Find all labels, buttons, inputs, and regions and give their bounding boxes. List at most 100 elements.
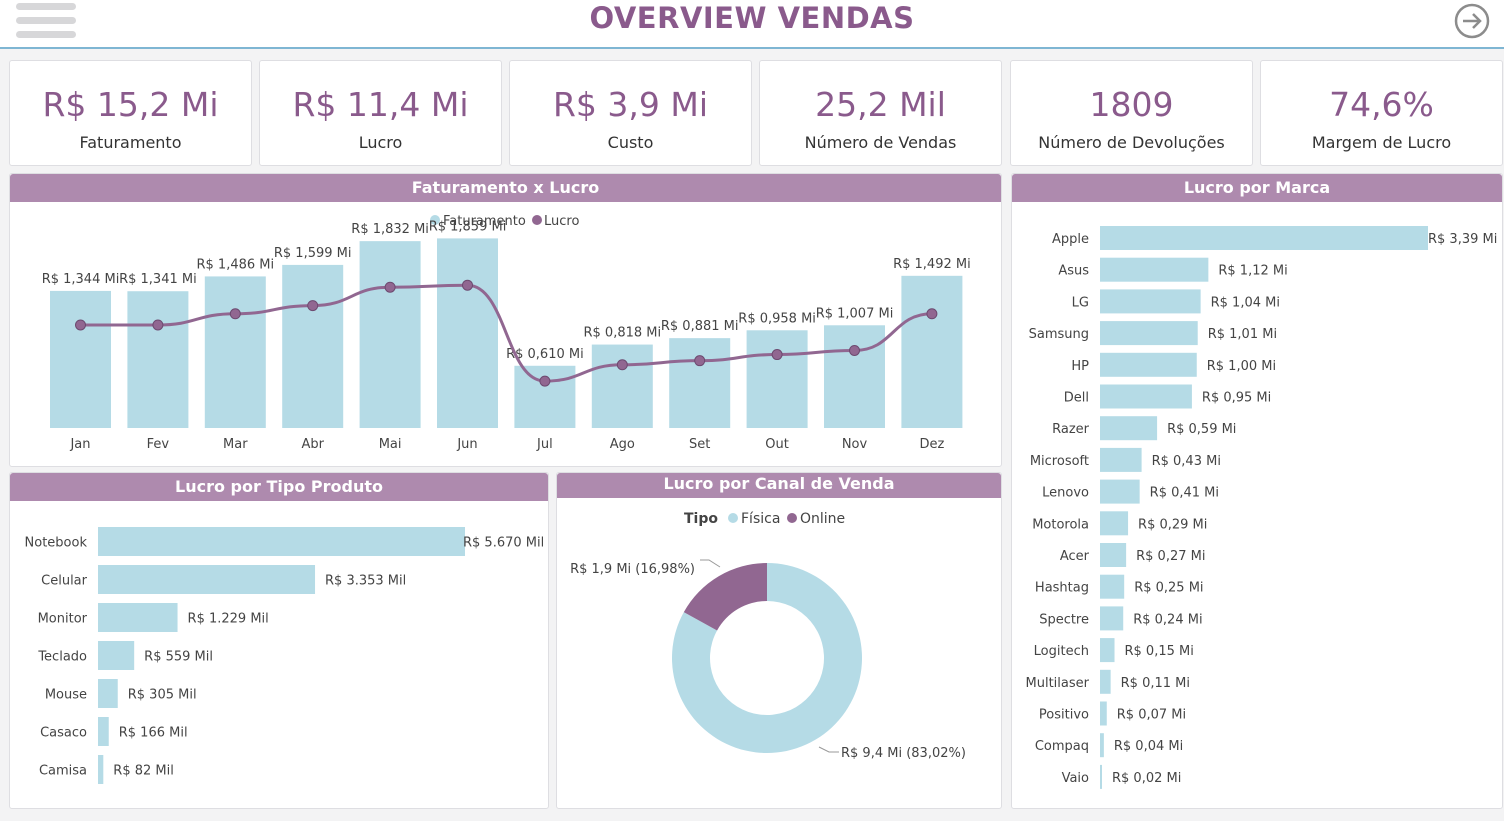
bar-brand-asus	[1100, 257, 1209, 282]
bar-data-label: R$ 0,881 Mi	[661, 319, 739, 334]
lucro-point-mar	[229, 308, 241, 320]
bar-data-label: R$ 0,25 Mi	[1134, 581, 1203, 596]
brand-label: Acer	[1060, 549, 1090, 564]
lucro-point-jan	[75, 319, 86, 331]
product-type-label: Camisa	[39, 764, 87, 779]
lucro-point-dez	[926, 308, 938, 320]
bar-product-camisa	[98, 755, 104, 784]
brand-label: LG	[1072, 295, 1089, 310]
bar-data-label: R$ 0,958 Mi	[738, 311, 816, 326]
kpi-label: Número de Vendas	[804, 133, 957, 152]
bar-product-monitor	[98, 603, 178, 632]
bar-brand-vaio	[1100, 764, 1102, 789]
bar-data-label: R$ 0,41 Mi	[1150, 486, 1219, 501]
channel-chart: Tipo Física Online R$ 9,4 Mi (83,02%) R$ 1,9…	[570, 511, 966, 761]
product-type-label: Notebook	[25, 536, 88, 551]
x-tick-label: Fev	[147, 437, 170, 452]
bar-faturamento-abr	[282, 264, 344, 428]
bar-data-label: R$ 0,11 Mi	[1121, 676, 1190, 691]
lucro-point-nov	[849, 344, 860, 356]
bar-faturamento-out	[746, 330, 808, 428]
x-tick-label: Abr	[301, 437, 324, 452]
bar-product-teclado	[98, 641, 135, 670]
x-tick-label: Out	[765, 437, 789, 452]
lucro-point-jul	[539, 375, 551, 387]
bar-brand-spectre	[1100, 606, 1124, 631]
bar-faturamento-ago	[591, 344, 653, 428]
product-type-chart-title: Lucro por Tipo Produto	[10, 473, 548, 501]
bar-brand-razer	[1100, 416, 1158, 441]
product-type-label: Teclado	[37, 650, 87, 665]
page-title: OVERVIEW VENDAS	[589, 1, 915, 35]
legend-online-marker	[787, 513, 797, 523]
bar-product-mouse	[98, 679, 118, 708]
monthly-chart: Faturamento LucroR$ 1,344 MiJanR$ 1,341 M…	[42, 214, 971, 452]
kpi-value: 1809	[1089, 85, 1174, 124]
bar-brand-dell	[1100, 384, 1192, 409]
bar-data-label: R$ 1,01 Mi	[1208, 327, 1277, 342]
bar-data-label: R$ 1,04 Mi	[1211, 295, 1280, 310]
brand-label: Positivo	[1039, 708, 1089, 723]
bar-product-notebook	[98, 527, 465, 556]
lucro-point-ago	[616, 359, 628, 371]
kpi-label: Faturamento	[79, 133, 182, 152]
x-tick-label: Ago	[610, 437, 635, 452]
brand-label: Dell	[1064, 391, 1089, 406]
bar-brand-compaq	[1100, 733, 1104, 758]
bar-faturamento-jul	[514, 365, 576, 428]
lucro-point-jun	[462, 279, 473, 291]
bar-faturamento-set	[669, 338, 731, 428]
x-tick-label: Jul	[536, 437, 553, 452]
channel-chart-title: Lucro por Canal de Venda	[557, 473, 1001, 498]
x-tick-label: Jun	[456, 437, 477, 452]
top-bar: OVERVIEW VENDAS	[0, 0, 1504, 49]
brand-label: Asus	[1058, 264, 1089, 279]
bar-product-celular	[98, 565, 316, 594]
legend-fisica-label: Física	[741, 511, 780, 527]
bar-data-label: R$ 0,43 Mi	[1152, 454, 1221, 469]
legend-lucro-marker	[532, 215, 542, 225]
bar-brand-apple	[1100, 226, 1428, 250]
brand-label: Lenovo	[1042, 486, 1089, 501]
kpi-card-numero-vendas: 25,2 Mil Número de Vendas	[759, 60, 1002, 166]
bar-data-label: R$ 1,599 Mi	[274, 246, 352, 261]
monthly-chart-title: Faturamento x Lucro	[10, 174, 1001, 202]
kpi-label: Lucro	[358, 133, 403, 152]
brand-chart-title: Lucro por Marca	[1012, 174, 1502, 202]
lucro-point-abr	[307, 300, 319, 312]
brand-chart-panel: Lucro por Marca Apple R$ 3,39 Mi Asus R$ 1,…	[1011, 173, 1503, 809]
legend-lucro-label: Lucro	[544, 214, 579, 229]
bar-data-label: R$ 0,27 Mi	[1136, 549, 1205, 564]
kpi-card-margem: 74,6% Margem de Lucro	[1260, 60, 1503, 166]
product-type-label: Mouse	[45, 688, 87, 703]
brand-label: Hashtag	[1035, 581, 1089, 596]
bar-data-label: R$ 1,492 Mi	[893, 257, 971, 272]
kpi-value: R$ 15,2 Mi	[42, 85, 219, 124]
bar-data-label: R$ 1.229 Mil	[188, 612, 269, 627]
arrow-right-circle-icon[interactable]	[1454, 3, 1490, 39]
bar-brand-multilaser	[1100, 669, 1111, 694]
brand-label: Compaq	[1035, 739, 1089, 754]
bar-data-label: R$ 0,29 Mi	[1138, 517, 1207, 532]
lucro-point-set	[694, 355, 706, 367]
bar-data-label: R$ 1,007 Mi	[816, 306, 894, 321]
product-type-label: Celular	[41, 574, 88, 589]
bar-data-label: R$ 305 Mil	[128, 688, 197, 703]
brand-label: Multilaser	[1026, 676, 1090, 691]
legend-online-label: Online	[800, 511, 845, 527]
x-tick-label: Nov	[842, 437, 868, 452]
donut-data-label: R$ 1,9 Mi (16,98%)	[570, 562, 695, 577]
bar-faturamento-mai	[359, 241, 421, 428]
bar-data-label: R$ 559 Mil	[144, 650, 213, 665]
bar-data-label: R$ 1,12 Mi	[1218, 264, 1287, 279]
bar-data-label: R$ 0,15 Mi	[1125, 644, 1194, 659]
bar-brand-motorola	[1100, 511, 1129, 536]
lucro-point-mai	[384, 281, 396, 293]
bar-data-label: R$ 0,24 Mi	[1133, 612, 1202, 627]
kpi-card-faturamento: R$ 15,2 Mi Faturamento	[9, 60, 252, 166]
bar-data-label: R$ 1,832 Mi	[351, 222, 429, 237]
bar-faturamento-jan	[50, 290, 111, 428]
x-tick-label: Jan	[69, 437, 90, 452]
bar-data-label: R$ 166 Mil	[119, 726, 188, 741]
donut-data-label: R$ 9,4 Mi (83,02%)	[841, 746, 966, 761]
